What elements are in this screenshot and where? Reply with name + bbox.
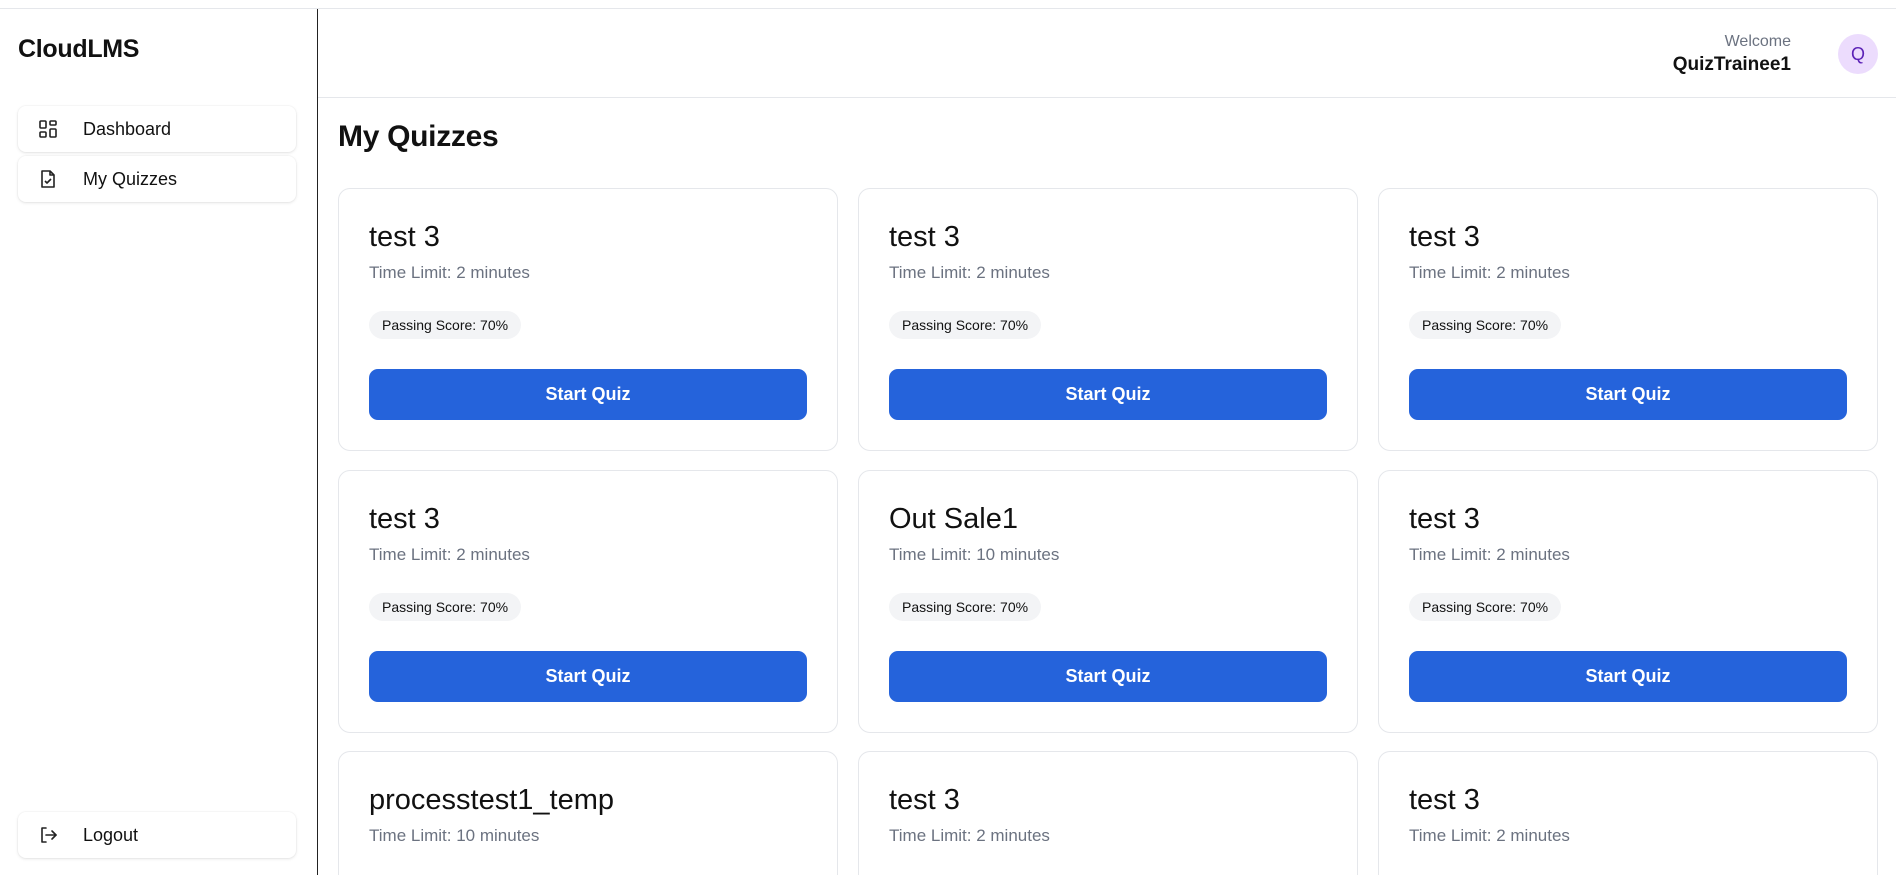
username: QuizTrainee1 [1672,54,1791,75]
quiz-title: test 3 [369,221,440,253]
passing-score-badge: Passing Score: 70% [889,311,1042,339]
passing-score-badge: Passing Score: 70% [889,593,1042,621]
quiz-title: test 3 [1409,784,1480,816]
quiz-title: test 3 [889,784,960,816]
brand-logo[interactable]: CloudLMS [18,35,139,64]
quiz-card: test 3 Time Limit: 2 minutes [1378,751,1878,875]
quiz-title: test 3 [1409,221,1480,253]
sidebar: CloudLMS Dashboard My Quizzes Logout [0,9,318,875]
quiz-time-limit: Time Limit: 10 minutes [369,826,540,845]
grid-icon [38,119,58,139]
quiz-title: processtest1_temp [369,784,615,816]
quiz-card: test 3 Time Limit: 2 minutes Passing Sco… [338,470,838,733]
quiz-title: test 3 [1409,503,1480,535]
quiz-time-limit: Time Limit: 10 minutes [889,545,1060,564]
quiz-card: Out Sale1 Time Limit: 10 minutes Passing… [858,470,1358,733]
quiz-time-limit: Time Limit: 2 minutes [369,545,530,564]
quiz-card: test 3 Time Limit: 2 minutes [858,751,1358,875]
quiz-title: test 3 [889,221,960,253]
document-check-icon [38,169,58,189]
quiz-card: processtest1_temp Time Limit: 10 minutes [338,751,838,875]
quiz-card: test 3 Time Limit: 2 minutes Passing Sco… [1378,470,1878,733]
sidebar-item-my-quizzes[interactable]: My Quizzes [18,156,296,202]
sidebar-item-label: My Quizzes [83,168,178,189]
passing-score-badge: Passing Score: 70% [1409,311,1562,339]
start-quiz-button[interactable]: Start Quiz [889,369,1327,420]
quiz-time-limit: Time Limit: 2 minutes [889,263,1050,282]
start-quiz-button[interactable]: Start Quiz [369,369,807,420]
passing-score-badge: Passing Score: 70% [369,593,522,621]
quiz-title: test 3 [369,503,440,535]
sidebar-item-label: Dashboard [83,118,172,139]
quiz-card: test 3 Time Limit: 2 minutes Passing Sco… [1378,188,1878,451]
top-strip [0,0,1896,9]
start-quiz-button[interactable]: Start Quiz [889,651,1327,702]
quiz-time-limit: Time Limit: 2 minutes [1409,826,1570,845]
passing-score-badge: Passing Score: 70% [1409,593,1562,621]
start-quiz-button[interactable]: Start Quiz [1409,369,1847,420]
welcome-text: Welcome [1724,33,1791,50]
passing-score-badge: Passing Score: 70% [369,311,522,339]
quiz-time-limit: Time Limit: 2 minutes [369,263,530,282]
avatar[interactable]: Q [1838,34,1878,74]
start-quiz-button[interactable]: Start Quiz [1409,651,1847,702]
page-title: My Quizzes [338,120,499,153]
logout-label: Logout [83,824,139,845]
welcome-block: Welcome QuizTrainee1 [1673,33,1791,76]
start-quiz-button[interactable]: Start Quiz [369,651,807,702]
quiz-time-limit: Time Limit: 2 minutes [1409,263,1570,282]
top-header: Welcome QuizTrainee1 Q [318,9,1896,98]
quiz-title: Out Sale1 [889,503,1018,535]
quiz-card: test 3 Time Limit: 2 minutes Passing Sco… [338,188,838,451]
quiz-card: test 3 Time Limit: 2 minutes Passing Sco… [858,188,1358,451]
logout-button[interactable]: Logout [18,812,296,858]
logout-icon [38,825,58,845]
sidebar-item-dashboard[interactable]: Dashboard [18,106,296,152]
quiz-time-limit: Time Limit: 2 minutes [889,826,1050,845]
quiz-time-limit: Time Limit: 2 minutes [1409,545,1570,564]
